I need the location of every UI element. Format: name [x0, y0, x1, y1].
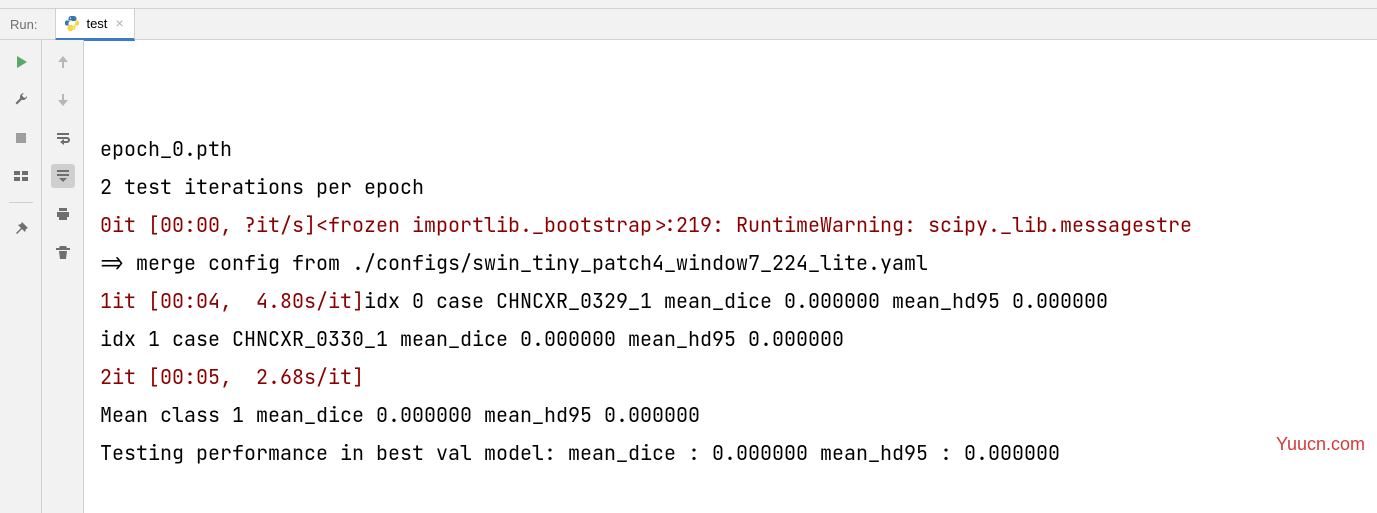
console-output[interactable]: epoch_0.pth 2 test iterations per epoch 0i…: [84, 40, 1377, 513]
run-toolwindow-header: Run: test ×: [0, 8, 1377, 40]
run-tab-label: test: [86, 16, 107, 31]
editor-tab-strip: CHNCXR_0329_1.png: [0, 0, 1377, 8]
console-text: 2it [00:05, 2.68s/it]: [100, 364, 364, 390]
console-text: idx 1 case CHNCXR_0330_1 mean_dice 0.000…: [100, 326, 844, 352]
soft-wrap-icon[interactable]: [51, 126, 75, 150]
console-text: 2 test iterations per epoch: [100, 174, 424, 200]
console-line: [100, 472, 1377, 510]
console-line: Testing performance in best val model: m…: [100, 434, 1377, 472]
console-text: idx 0 case CHNCXR_0329_1 mean_dice 0.000…: [364, 288, 1108, 314]
layout-icon[interactable]: [9, 164, 33, 188]
close-icon[interactable]: ×: [115, 16, 123, 30]
gutter-separator: [9, 202, 33, 203]
console-line: => merge config from ./configs/swin_tiny…: [100, 244, 1377, 282]
wrench-icon[interactable]: [9, 88, 33, 112]
run-toolwindow-body: epoch_0.pth 2 test iterations per epoch 0i…: [0, 40, 1377, 513]
down-arrow-icon[interactable]: [51, 88, 75, 112]
console-line: Mean class 1 mean_dice 0.000000 mean_hd9…: [100, 396, 1377, 434]
console-text: 0it [00:00, ?it/s]: [100, 212, 316, 238]
console-line: 2 test iterations per epoch: [100, 168, 1377, 206]
pin-icon[interactable]: [9, 217, 33, 241]
console-line: 0it [00:00, ?it/s]<frozen importlib._boo…: [100, 206, 1377, 244]
run-actions-gutter: [0, 40, 42, 513]
console-text: epoch_0.pth: [100, 136, 232, 162]
scroll-to-end-icon[interactable]: [51, 164, 75, 188]
console-line: 1it [00:04, 4.80s/it]idx 0 case CHNCXR_0…: [100, 282, 1377, 320]
console-line: 2it [00:05, 2.68s/it]: [100, 358, 1377, 396]
console-text: 1it [00:04, 4.80s/it]: [100, 288, 364, 314]
python-file-icon: [64, 15, 80, 31]
up-arrow-icon[interactable]: [51, 50, 75, 74]
console-line: idx 1 case CHNCXR_0330_1 mean_dice 0.000…: [100, 320, 1377, 358]
console-text: => merge config from ./configs/swin_tiny…: [100, 250, 928, 276]
console-text: Mean class 1 mean_dice 0.000000 mean_hd9…: [100, 402, 700, 428]
print-icon[interactable]: [51, 202, 75, 226]
run-label: Run:: [10, 17, 37, 32]
console-actions-gutter: [42, 40, 84, 513]
console-text: Testing performance in best val model: m…: [100, 440, 1060, 466]
rerun-button[interactable]: [9, 50, 33, 74]
stop-button[interactable]: [9, 126, 33, 150]
run-tab-test[interactable]: test ×: [55, 9, 134, 41]
console-text: <frozen importlib._bootstrap>:219: Runti…: [316, 212, 1192, 238]
console-line: epoch_0.pth: [100, 130, 1377, 168]
trash-icon[interactable]: [51, 240, 75, 264]
watermark-text: Yuucn.com: [1276, 425, 1365, 463]
